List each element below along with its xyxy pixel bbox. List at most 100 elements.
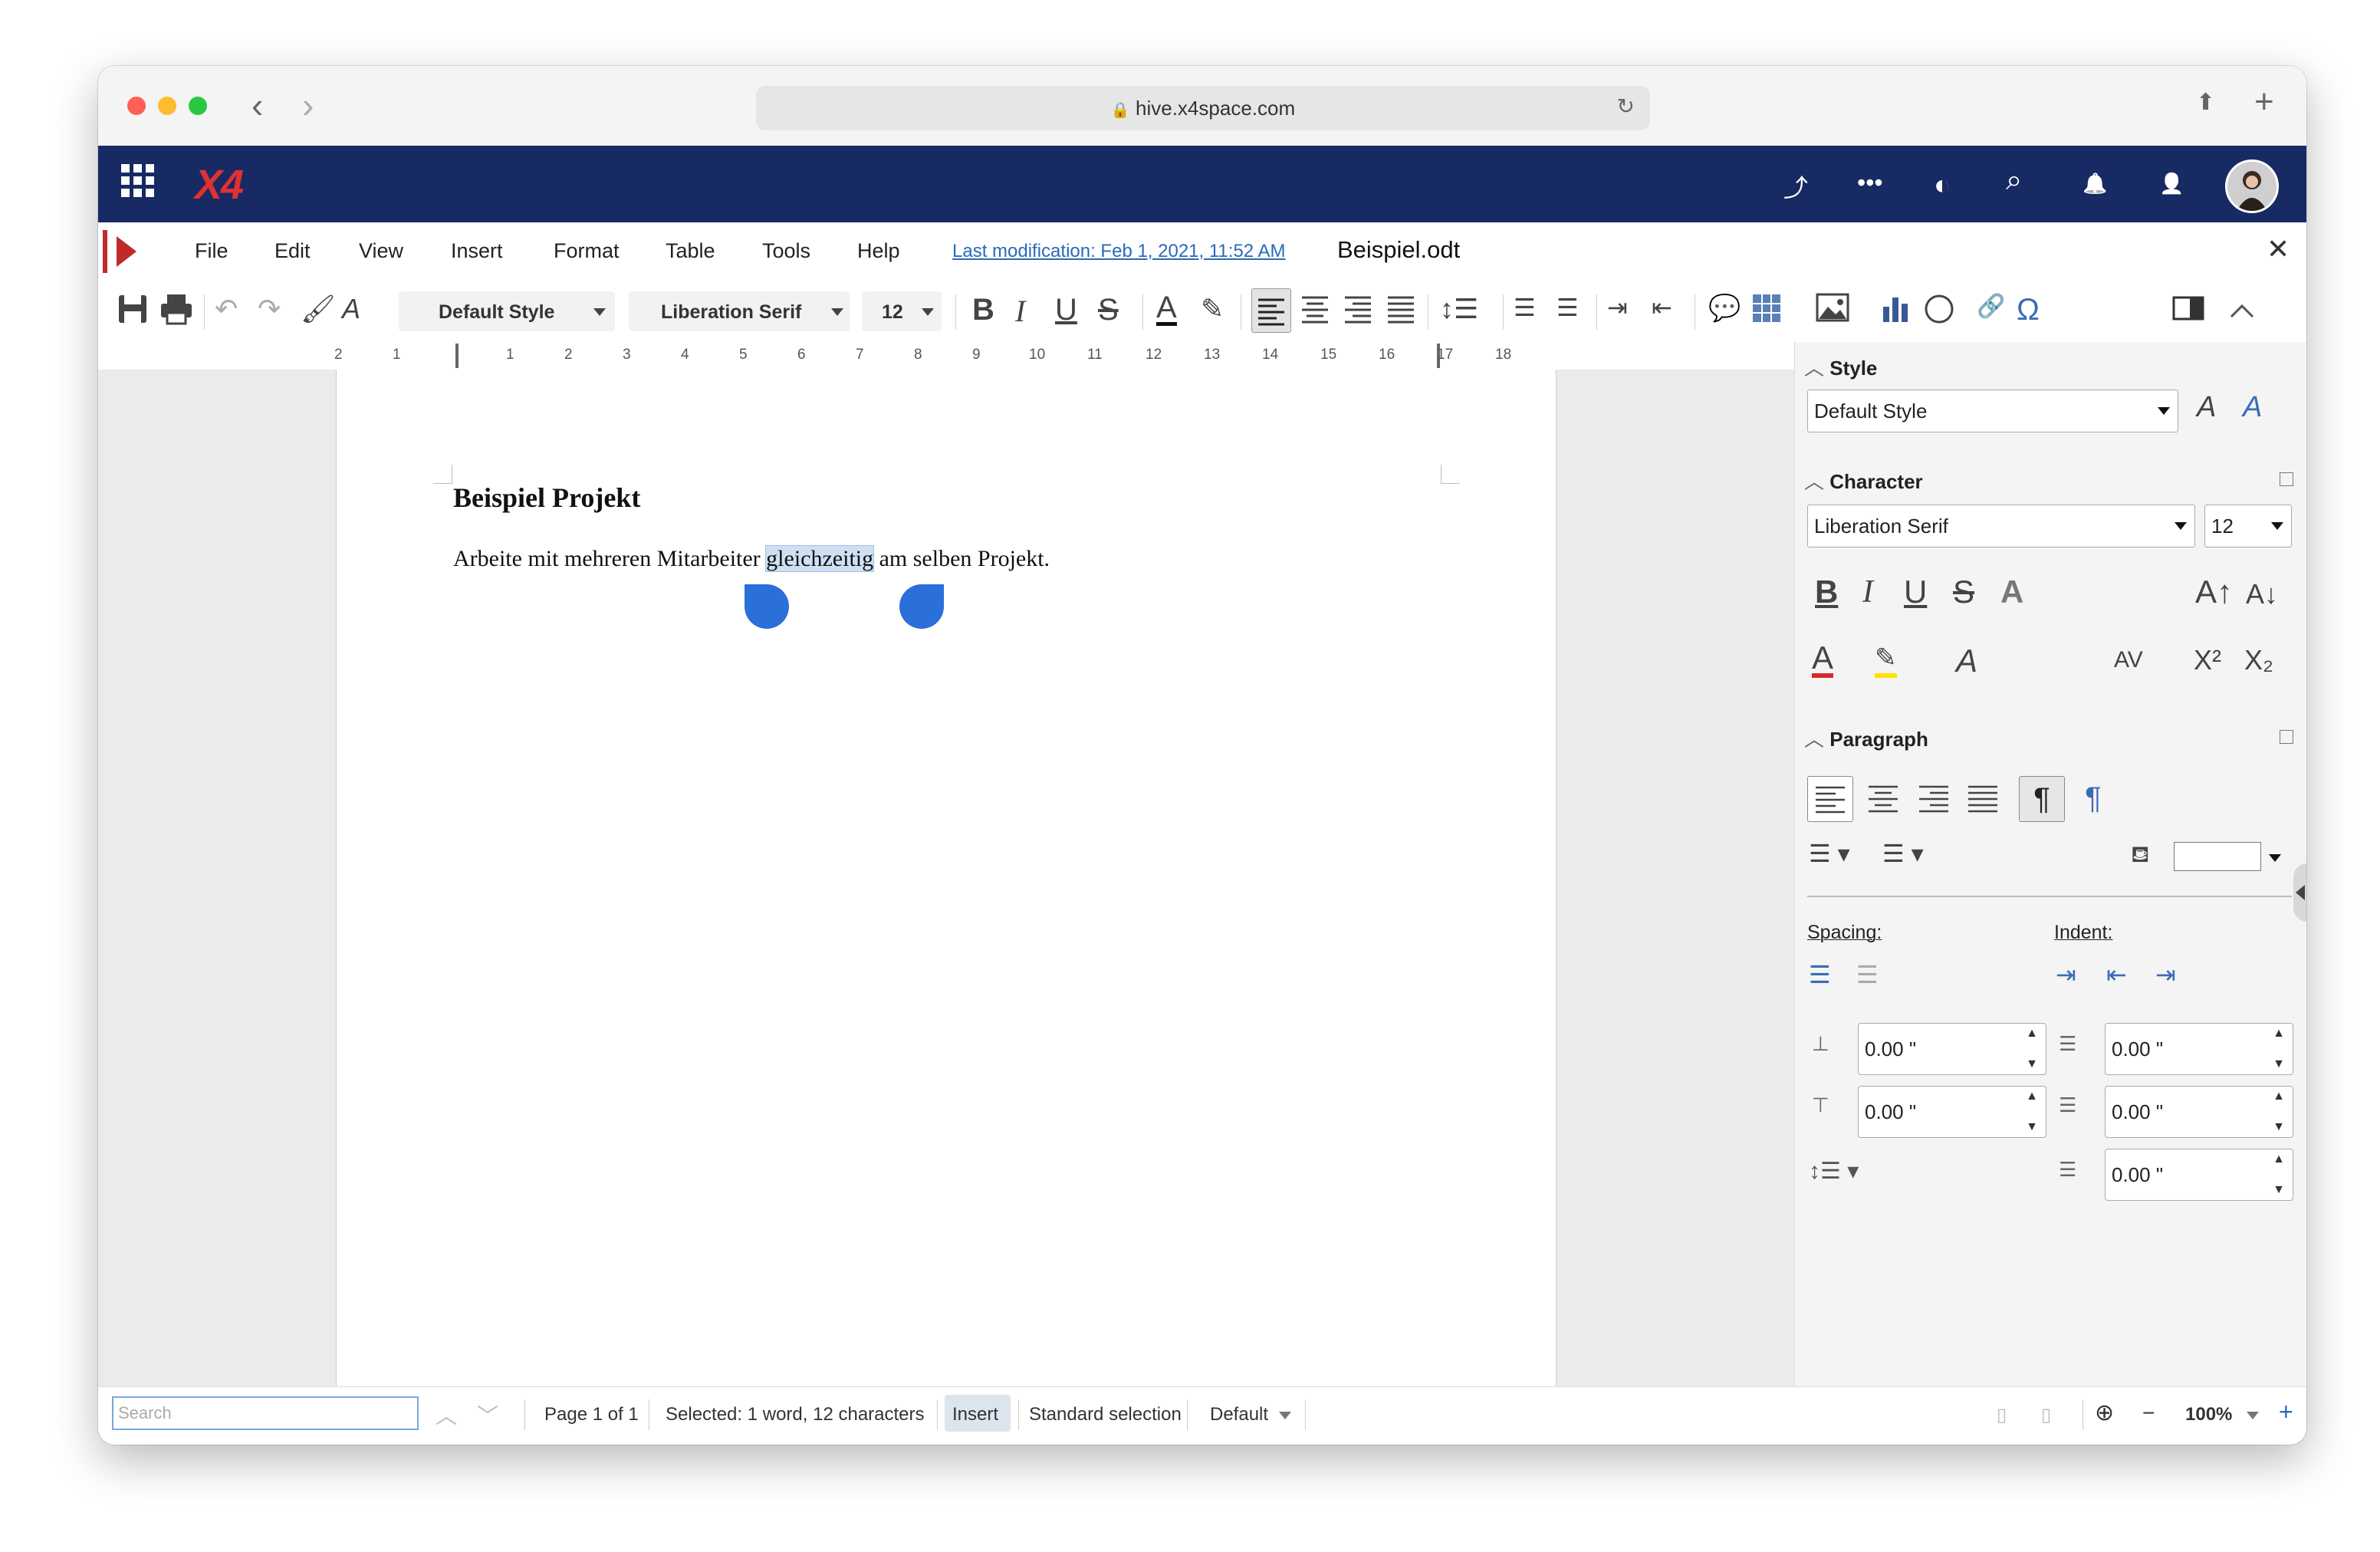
print-icon[interactable] <box>159 293 193 332</box>
document-page[interactable]: Beispiel Projekt Arbeite mit mehreren Mi… <box>336 370 1557 1386</box>
superscript-icon[interactable]: X² <box>2194 644 2221 676</box>
document-heading[interactable]: Beispiel Projekt <box>453 482 640 514</box>
palette-icon[interactable]: ◐ <box>1934 169 1951 201</box>
sidebar-highlight-icon[interactable]: ✎ <box>1875 643 1897 678</box>
character-section-header[interactable]: ︿ Character <box>1804 466 1923 495</box>
font-name-dropdown[interactable]: Liberation Serif <box>629 291 850 331</box>
redo-icon[interactable]: ↷ <box>258 293 281 325</box>
spin-down-icon[interactable]: ▼ <box>2273 1183 2285 1197</box>
search-input[interactable]: Search <box>112 1396 419 1430</box>
new-style-icon[interactable]: A <box>2243 391 2262 424</box>
shape-icon[interactable] <box>1923 293 1955 332</box>
paragraph-more-options-icon[interactable] <box>2280 730 2293 744</box>
chevron-down-icon[interactable] <box>2247 1412 2259 1419</box>
chevron-down-icon[interactable] <box>2269 854 2281 862</box>
menu-file[interactable]: File <box>195 239 228 263</box>
share-page-icon[interactable]: ⬆ <box>2196 89 2215 116</box>
align-center-icon[interactable] <box>1299 293 1331 332</box>
selection-mode[interactable]: Standard selection <box>1029 1404 1182 1425</box>
close-document-icon[interactable]: ✕ <box>2267 233 2290 265</box>
highlight-icon[interactable]: ✎ <box>1201 293 1224 325</box>
style-section-header[interactable]: ︿ Style <box>1804 353 1877 381</box>
menu-tools[interactable]: Tools <box>762 239 810 263</box>
search-icon[interactable]: ⌕ <box>2006 164 2022 197</box>
left-margin-marker[interactable] <box>455 344 459 368</box>
close-window-button[interactable] <box>127 97 146 115</box>
first-line-indent-input[interactable]: 0.00 " ▲ ▼ <box>2105 1149 2293 1201</box>
sidebar-clear-formatting-icon[interactable]: A <box>1956 643 1977 679</box>
spin-up-icon[interactable]: ▲ <box>2026 1027 2038 1041</box>
menu-table[interactable]: Table <box>666 239 715 263</box>
selection-start-handle[interactable] <box>745 584 789 629</box>
table-icon[interactable] <box>1751 293 1782 330</box>
document-canvas[interactable]: Beispiel Projekt Arbeite mit mehreren Mi… <box>98 370 1794 1386</box>
save-icon[interactable] <box>117 293 149 332</box>
sidebar-underline-icon[interactable]: U <box>1904 574 1927 610</box>
line-spacing-sidebar-icon[interactable]: ↕☰ ▾ <box>1809 1158 1859 1185</box>
bold-icon[interactable]: B <box>972 293 994 327</box>
spin-up-icon[interactable]: ▲ <box>2026 1090 2038 1103</box>
spin-down-icon[interactable]: ▼ <box>2273 1120 2285 1134</box>
increase-indent-icon[interactable]: ⇥ <box>1607 293 1628 322</box>
shrink-font-icon[interactable]: A↓ <box>2246 578 2278 610</box>
before-text-indent-input[interactable]: 0.00 " ▲ ▼ <box>2105 1023 2293 1075</box>
right-to-left-icon[interactable]: ¶ <box>2071 776 2115 820</box>
increase-indent-sidebar-icon[interactable]: ⇥ <box>2056 960 2076 989</box>
avatar[interactable] <box>2225 159 2279 213</box>
menu-format[interactable]: Format <box>554 239 620 263</box>
sidebar-numbered-list-icon[interactable]: ☰ ▾ <box>1882 839 1924 868</box>
document-type-icon[interactable] <box>103 227 150 276</box>
font-size-dropdown[interactable]: 12 <box>862 291 942 331</box>
menu-insert[interactable]: Insert <box>451 239 503 263</box>
subscript-icon[interactable]: X₂ <box>2244 644 2273 676</box>
link-icon[interactable]: 🔗 <box>1977 293 2005 320</box>
align-left-button[interactable] <box>1251 288 1291 333</box>
spin-up-icon[interactable]: ▲ <box>2273 1152 2285 1166</box>
address-bar[interactable]: 🔒 hive.x4space.com ↻ <box>756 86 1650 130</box>
spin-up-icon[interactable]: ▲ <box>2273 1090 2285 1103</box>
multipage-view-icon[interactable]: ▯ <box>2041 1404 2051 1426</box>
sidebar-align-left-button[interactable] <box>1807 776 1853 822</box>
reload-icon[interactable]: ↻ <box>1617 94 1635 119</box>
menu-edit[interactable]: Edit <box>274 239 311 263</box>
search-previous-icon[interactable]: ︿ <box>436 1399 457 1430</box>
sidebar-style-dropdown[interactable]: Default Style <box>1807 390 2178 432</box>
paragraph-background-icon[interactable]: ⛾ <box>2131 842 2150 871</box>
increase-spacing-icon[interactable]: ☰ <box>1809 960 1831 989</box>
spin-up-icon[interactable]: ▲ <box>2273 1027 2285 1041</box>
comment-icon[interactable]: 💬 <box>1708 293 1741 324</box>
app-grid-icon[interactable] <box>120 163 156 206</box>
undo-icon[interactable]: ↶ <box>215 293 238 325</box>
left-to-right-button[interactable]: ¶ <box>2019 776 2065 822</box>
zoom-fit-icon[interactable]: ⊕ <box>2095 1399 2114 1426</box>
sidebar-font-color-icon[interactable]: A <box>1812 642 1834 678</box>
paragraph-style-dropdown[interactable]: Default Style <box>399 291 615 331</box>
line-spacing-icon[interactable]: ↕☰ <box>1440 293 1478 325</box>
menu-help[interactable]: Help <box>857 239 900 263</box>
zoom-level[interactable]: 100% <box>2185 1404 2232 1425</box>
after-text-indent-input[interactable]: 0.00 " ▲ ▼ <box>2105 1086 2293 1138</box>
language-selector[interactable]: Default <box>1210 1404 1268 1425</box>
underline-icon[interactable]: U <box>1055 293 1077 327</box>
sidebar-toggle-icon[interactable] <box>2171 293 2205 330</box>
sidebar-bullet-list-icon[interactable]: ☰ ▾ <box>1809 839 1850 868</box>
grow-font-icon[interactable]: A↑ <box>2195 574 2233 610</box>
sidebar-italic-icon[interactable]: I <box>1862 574 1873 610</box>
spin-down-icon[interactable]: ▼ <box>2026 1120 2038 1134</box>
sidebar-strikethrough-icon[interactable]: S <box>1953 574 1974 610</box>
bell-icon[interactable]: 🔔 <box>2082 172 2107 196</box>
italic-icon[interactable]: I <box>1015 293 1025 329</box>
special-character-icon[interactable]: Ω <box>2017 293 2040 327</box>
spin-down-icon[interactable]: ▼ <box>2026 1057 2038 1071</box>
image-icon[interactable] <box>1816 293 1849 330</box>
page-view-icon[interactable]: ▯ <box>1997 1404 2007 1426</box>
share-icon[interactable]: ⤴ <box>1783 169 1808 204</box>
sidebar-shadow-icon[interactable]: A <box>2000 574 2023 610</box>
paragraph-section-header[interactable]: ︿ Paragraph <box>1804 724 1928 752</box>
character-spacing-icon[interactable]: AV <box>2114 647 2143 673</box>
update-style-icon[interactable]: A <box>2197 391 2216 424</box>
more-icon[interactable]: ••• <box>1857 169 1883 197</box>
menu-view[interactable]: View <box>359 239 403 263</box>
hanging-indent-icon[interactable]: ⇥ <box>2155 960 2176 989</box>
horizontal-ruler[interactable]: 2 1 1 2 3 4 5 6 7 8 9 10 11 12 13 14 15 … <box>98 342 1794 370</box>
